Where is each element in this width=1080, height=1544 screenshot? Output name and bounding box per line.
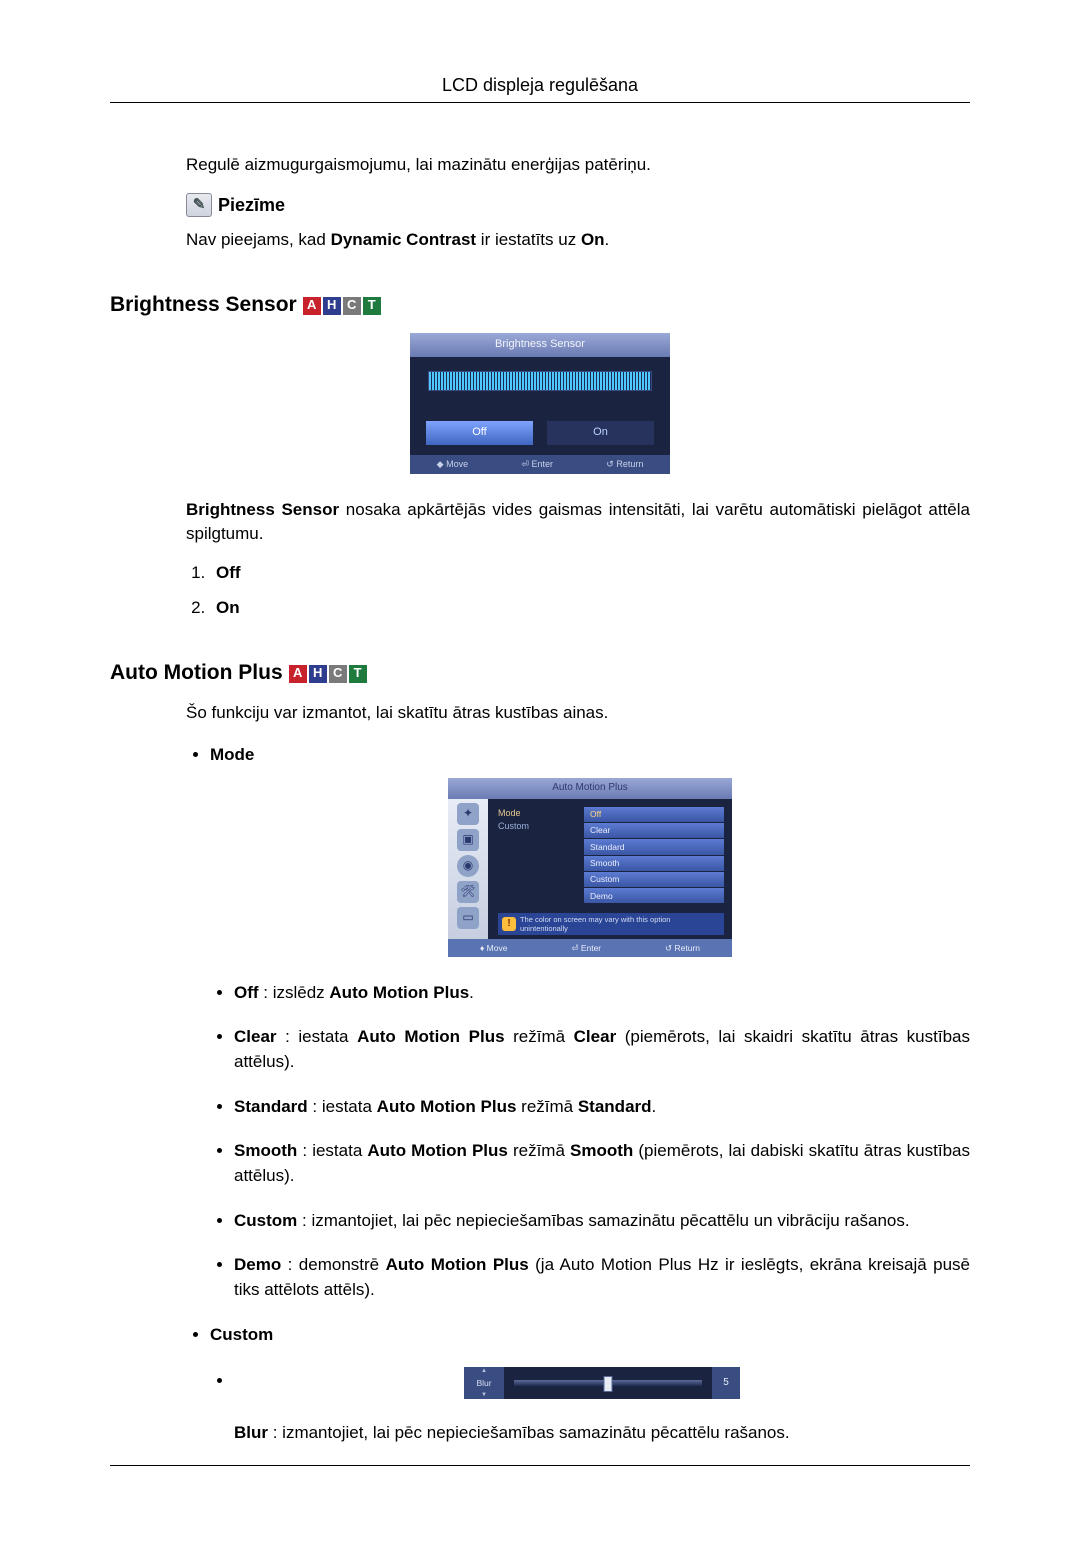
osd2-warning-text: The color on screen may vary with this o… (520, 915, 720, 933)
display-icon: ▭ (457, 907, 479, 929)
brightness-sensor-description: Brightness Sensor nosaka apkārtējās vide… (186, 498, 970, 547)
blur-slider-value: 5 (712, 1367, 740, 1399)
amp-intro: Šo funkciju var izmantot, lai skatītu āt… (186, 701, 970, 726)
page: LCD displeja regulēšana Regulē aizmugurg… (0, 0, 1080, 1544)
osd2-title: Auto Motion Plus (448, 778, 732, 799)
osd2-footer: ♦ Move ⏎ Enter ↺ Return (448, 939, 732, 956)
gear-icon: ◉ (457, 855, 479, 877)
osd2-option-demo: Demo (584, 888, 724, 903)
custom-label: Custom (210, 1325, 273, 1344)
source-badges: A H C T (289, 665, 367, 683)
osd2-custom-label: Custom (498, 820, 578, 833)
osd2-move-hint: ♦ Move (480, 942, 508, 954)
palette-icon: ✦ (457, 803, 479, 825)
list-item: Standard : iestata Auto Motion Plus režī… (234, 1095, 970, 1120)
picture-icon: ▣ (457, 829, 479, 851)
osd-buttons: Off On (410, 417, 670, 455)
osd2-left-rail: ✦ ▣ ◉ 🛠 ▭ (448, 799, 488, 940)
blur-slider-handle (604, 1376, 613, 1392)
osd-brightness-sensor: Brightness Sensor Off On ◆ Move ⏎ Enter … (410, 333, 670, 474)
blur-slider-track (514, 1380, 702, 1386)
osd-move-hint: ◆ Move (437, 458, 468, 471)
osd-off-button: Off (426, 421, 533, 445)
osd2-option-standard: Standard (584, 839, 724, 854)
osd2-option-clear: Clear (584, 823, 724, 838)
note-row: ✎ Piezīme (186, 192, 970, 218)
custom-sub-list: Blur 5 Blur : izmantojiet, lai pēc nepie… (210, 1367, 970, 1446)
footer-rule (110, 1465, 970, 1466)
osd2-option-custom: Custom (584, 872, 724, 887)
osd2-option-smooth: Smooth (584, 856, 724, 871)
osd2-option-off: Off (584, 807, 724, 822)
osd-blur-slider: Blur 5 (464, 1367, 740, 1399)
list-item-mode: Mode Auto Motion Plus ✦ ▣ ◉ 🛠 ▭ (210, 743, 970, 1302)
amp-top-list: Mode Auto Motion Plus ✦ ▣ ◉ 🛠 ▭ (186, 743, 970, 1445)
osd-footer: ◆ Move ⏎ Enter ↺ Return (410, 455, 670, 474)
source-badges: A H C T (303, 297, 381, 315)
list-item: On (210, 596, 970, 621)
mode-label: Mode (210, 745, 254, 764)
tools-icon: 🛠 (457, 881, 479, 903)
warning-icon: ! (502, 917, 516, 931)
osd-auto-motion-plus: Auto Motion Plus ✦ ▣ ◉ 🛠 ▭ Mo (448, 778, 732, 957)
brightness-sensor-options-list: Off On (186, 561, 970, 620)
auto-motion-plus-heading: Auto Motion Plus A H C T (110, 658, 970, 688)
osd2-body: ✦ ▣ ◉ 🛠 ▭ Mode Custom (448, 799, 732, 940)
badge-a-icon: A (289, 665, 307, 683)
list-item: Off : izslēdz Auto Motion Plus. (234, 981, 970, 1006)
osd-enter-hint: ⏎ Enter (521, 458, 553, 471)
osd2-options: Off Clear Standard Smooth Custom Demo (584, 807, 724, 904)
list-item: Clear : iestata Auto Motion Plus režīmā … (234, 1025, 970, 1074)
list-item: Custom : izmantojiet, lai pēc nepiecieša… (234, 1209, 970, 1234)
badge-t-icon: T (349, 665, 367, 683)
osd2-return-hint: ↺ Return (665, 942, 700, 954)
badge-h-icon: H (309, 665, 327, 683)
mode-options-list: Off : izslēdz Auto Motion Plus. Clear : … (210, 981, 970, 1303)
page-title: LCD displeja regulēšana (110, 72, 970, 103)
osd-brightness-bar (428, 371, 652, 391)
list-item: Blur 5 Blur : izmantojiet, lai pēc nepie… (234, 1367, 970, 1446)
badge-c-icon: C (329, 665, 347, 683)
badge-c-icon: C (343, 297, 361, 315)
osd2-enter-hint: ⏎ Enter (571, 942, 601, 954)
list-item: Off (210, 561, 970, 586)
note-text: Nav pieejams, kad Dynamic Contrast ir ie… (186, 228, 970, 253)
osd2-warning-row: ! The color on screen may vary with this… (498, 913, 724, 935)
list-item-custom: Custom Blur 5 Blur : izmantojiet, lai pē… (210, 1323, 970, 1446)
badge-a-icon: A (303, 297, 321, 315)
osd-return-hint: ↺ Return (606, 458, 643, 471)
brightness-sensor-heading: Brightness Sensor A H C T (110, 290, 970, 320)
note-label: Piezīme (218, 192, 285, 218)
osd-body (410, 357, 670, 417)
osd2-mode-label: Mode (498, 807, 578, 820)
list-item: Smooth : iestata Auto Motion Plus režīmā… (234, 1139, 970, 1188)
osd-title: Brightness Sensor (410, 333, 670, 357)
list-item: Demo : demonstrē Auto Motion Plus (ja Au… (234, 1253, 970, 1302)
blur-slider-label: Blur (464, 1367, 504, 1399)
pencil-note-icon: ✎ (186, 193, 212, 217)
badge-h-icon: H (323, 297, 341, 315)
backlight-intro: Regulē aizmugurgaismojumu, lai mazinātu … (186, 153, 970, 178)
blur-description: Blur : izmantojiet, lai pēc nepieciešamī… (234, 1421, 970, 1446)
badge-t-icon: T (363, 297, 381, 315)
osd-on-button: On (547, 421, 654, 445)
